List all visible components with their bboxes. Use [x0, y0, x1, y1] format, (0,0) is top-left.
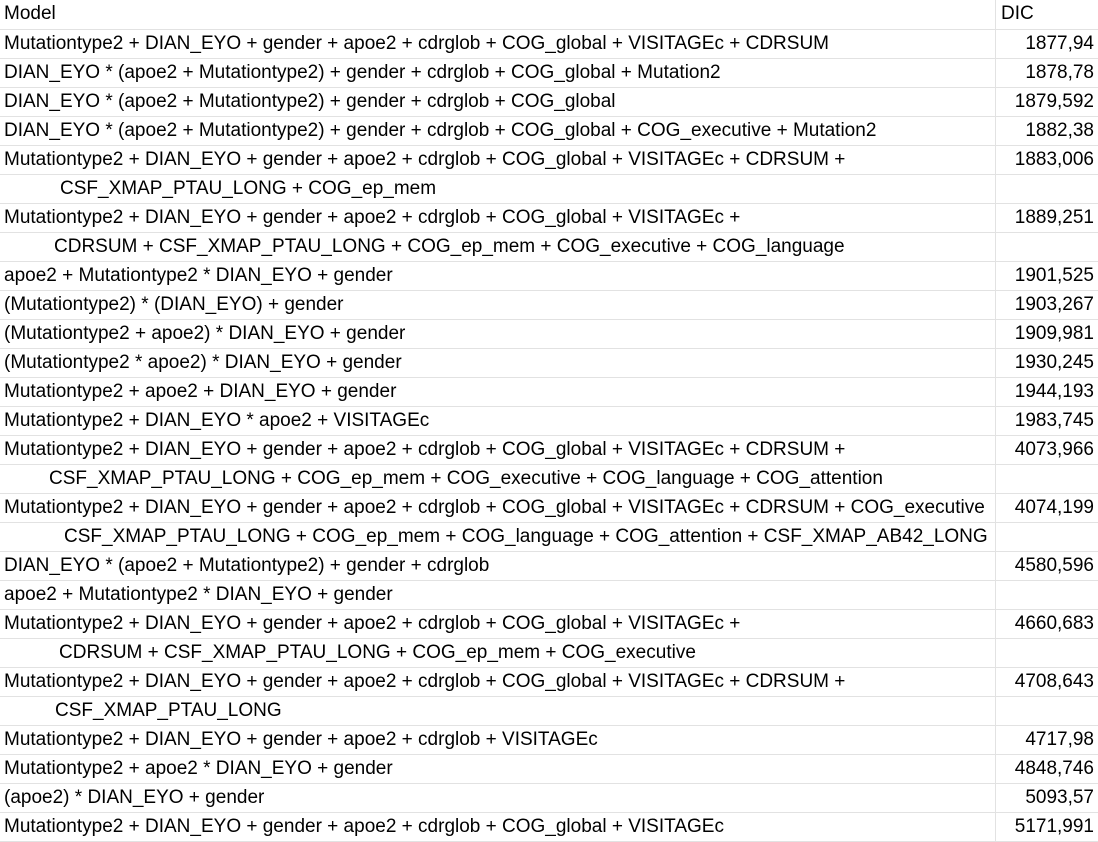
- dic-cell[interactable]: 4708,643: [996, 668, 1098, 696]
- dic-cell[interactable]: 4074,199: [996, 494, 1098, 522]
- dic-cell[interactable]: [996, 233, 1098, 261]
- model-cell[interactable]: Mutationtype2 + DIAN_EYO + gender + apoe…: [0, 146, 996, 174]
- table-row: (Mutationtype2) * (DIAN_EYO) + gender 190…: [0, 291, 1098, 320]
- model-cell[interactable]: Mutationtype2 + DIAN_EYO * apoe2 + VISIT…: [0, 407, 996, 435]
- dic-cell[interactable]: 1909,981: [996, 320, 1098, 348]
- dic-cell[interactable]: 4580,596: [996, 552, 1098, 580]
- model-cell[interactable]: (apoe2) * DIAN_EYO + gender: [0, 784, 996, 812]
- dic-cell[interactable]: [996, 581, 1098, 609]
- table-row: DIAN_EYO * (apoe2 + Mutationtype2) + gen…: [0, 552, 1098, 581]
- dic-cell[interactable]: 4073,966: [996, 436, 1098, 464]
- model-cell[interactable]: Mutationtype2 + DIAN_EYO + gender + apoe…: [0, 668, 996, 696]
- model-cell[interactable]: Mutationtype2 + DIAN_EYO + gender + apoe…: [0, 813, 996, 841]
- dic-cell[interactable]: 1878,78: [996, 59, 1098, 87]
- model-cell[interactable]: apoe2 + Mutationtype2 * DIAN_EYO + gende…: [0, 262, 996, 290]
- dic-cell[interactable]: 1883,006: [996, 146, 1098, 174]
- table-row: CSF_XMAP_PTAU_LONG + COG_ep_mem + COG_la…: [0, 523, 1098, 552]
- model-cell[interactable]: Mutationtype2 + DIAN_EYO + gender + apoe…: [0, 494, 996, 522]
- table-row: Mutationtype2 + DIAN_EYO + gender + apoe…: [0, 146, 1098, 175]
- dic-cell[interactable]: [996, 697, 1098, 725]
- model-cell[interactable]: CSF_XMAP_PTAU_LONG + COG_ep_mem + COG_ex…: [0, 465, 996, 493]
- model-cell[interactable]: DIAN_EYO * (apoe2 + Mutationtype2) + gen…: [0, 59, 996, 87]
- model-cell[interactable]: CSF_XMAP_PTAU_LONG + COG_ep_mem: [0, 175, 996, 203]
- table-row: CSF_XMAP_PTAU_LONG + COG_ep_mem + COG_ex…: [0, 465, 1098, 494]
- model-cell[interactable]: CSF_XMAP_PTAU_LONG + COG_ep_mem + COG_la…: [0, 523, 996, 551]
- table-row: Mutationtype2 + DIAN_EYO + gender + apoe…: [0, 204, 1098, 233]
- model-cell[interactable]: Mutationtype2 + DIAN_EYO + gender + apoe…: [0, 726, 996, 754]
- table-row: apoe2 + Mutationtype2 * DIAN_EYO + gende…: [0, 262, 1098, 291]
- model-column-header[interactable]: Model: [0, 0, 996, 29]
- table-row: CSF_XMAP_PTAU_LONG + COG_ep_mem: [0, 175, 1098, 204]
- dic-cell[interactable]: 1877,94: [996, 30, 1098, 58]
- table-row: (apoe2) * DIAN_EYO + gender 5093,57: [0, 784, 1098, 813]
- model-cell[interactable]: Mutationtype2 + DIAN_EYO + gender + apoe…: [0, 30, 996, 58]
- model-cell[interactable]: Mutationtype2 + DIAN_EYO + gender + apoe…: [0, 610, 996, 638]
- model-cell[interactable]: DIAN_EYO * (apoe2 + Mutationtype2) + gen…: [0, 117, 996, 145]
- model-cell[interactable]: apoe2 + Mutationtype2 * DIAN_EYO + gende…: [0, 581, 996, 609]
- dic-cell[interactable]: 4660,683: [996, 610, 1098, 638]
- dic-cell[interactable]: 5093,57: [996, 784, 1098, 812]
- table-row: Mutationtype2 + DIAN_EYO + gender + apoe…: [0, 494, 1098, 523]
- table-row: DIAN_EYO * (apoe2 + Mutationtype2) + gen…: [0, 59, 1098, 88]
- model-cell[interactable]: Mutationtype2 + DIAN_EYO + gender + apoe…: [0, 436, 996, 464]
- table-row: CSF_XMAP_PTAU_LONG: [0, 697, 1098, 726]
- table-row: Mutationtype2 + DIAN_EYO + gender + apoe…: [0, 436, 1098, 465]
- table-row: DIAN_EYO * (apoe2 + Mutationtype2) + gen…: [0, 117, 1098, 146]
- model-cell[interactable]: (Mutationtype2) * (DIAN_EYO) + gender: [0, 291, 996, 319]
- dic-cell[interactable]: [996, 175, 1098, 203]
- table-row: Mutationtype2 + apoe2 + DIAN_EYO + gende…: [0, 378, 1098, 407]
- dic-cell[interactable]: 4717,98: [996, 726, 1098, 754]
- table-row: apoe2 + Mutationtype2 * DIAN_EYO + gende…: [0, 581, 1098, 610]
- header-row: Model DIC: [0, 0, 1098, 30]
- model-cell[interactable]: DIAN_EYO * (apoe2 + Mutationtype2) + gen…: [0, 88, 996, 116]
- table-row: (Mutationtype2 + apoe2) * DIAN_EYO + gen…: [0, 320, 1098, 349]
- dic-cell[interactable]: 1903,267: [996, 291, 1098, 319]
- model-cell[interactable]: CDRSUM + CSF_XMAP_PTAU_LONG + COG_ep_mem…: [0, 639, 996, 667]
- model-cell[interactable]: Mutationtype2 + apoe2 * DIAN_EYO + gende…: [0, 755, 996, 783]
- table-row: Mutationtype2 + apoe2 * DIAN_EYO + gende…: [0, 755, 1098, 784]
- model-cell[interactable]: (Mutationtype2 * apoe2) * DIAN_EYO + gen…: [0, 349, 996, 377]
- table-row: (Mutationtype2 * apoe2) * DIAN_EYO + gen…: [0, 349, 1098, 378]
- dic-cell[interactable]: 1901,525: [996, 262, 1098, 290]
- table-row: CDRSUM + CSF_XMAP_PTAU_LONG + COG_ep_mem…: [0, 639, 1098, 668]
- table-row: Mutationtype2 + DIAN_EYO + gender + apoe…: [0, 30, 1098, 59]
- dic-cell[interactable]: 5171,991: [996, 813, 1098, 841]
- dic-cell[interactable]: 1930,245: [996, 349, 1098, 377]
- dic-cell[interactable]: [996, 639, 1098, 667]
- model-cell[interactable]: CSF_XMAP_PTAU_LONG: [0, 697, 996, 725]
- table-row: Mutationtype2 + DIAN_EYO + gender + apoe…: [0, 813, 1098, 842]
- model-cell[interactable]: Mutationtype2 + DIAN_EYO + gender + apoe…: [0, 204, 996, 232]
- table-row: Mutationtype2 + DIAN_EYO + gender + apoe…: [0, 668, 1098, 697]
- table-row: Mutationtype2 + DIAN_EYO + gender + apoe…: [0, 610, 1098, 639]
- dic-cell[interactable]: 1879,592: [996, 88, 1098, 116]
- dic-cell[interactable]: 4848,746: [996, 755, 1098, 783]
- dic-cell[interactable]: 1983,745: [996, 407, 1098, 435]
- dic-column-header[interactable]: DIC: [996, 0, 1098, 29]
- dic-cell[interactable]: 1882,38: [996, 117, 1098, 145]
- table-row: CDRSUM + CSF_XMAP_PTAU_LONG + COG_ep_mem…: [0, 233, 1098, 262]
- dic-cell[interactable]: [996, 523, 1098, 551]
- model-cell[interactable]: DIAN_EYO * (apoe2 + Mutationtype2) + gen…: [0, 552, 996, 580]
- table-row: Mutationtype2 + DIAN_EYO + gender + apoe…: [0, 726, 1098, 755]
- table-row: DIAN_EYO * (apoe2 + Mutationtype2) + gen…: [0, 88, 1098, 117]
- dic-cell[interactable]: 1889,251: [996, 204, 1098, 232]
- model-cell[interactable]: Mutationtype2 + apoe2 + DIAN_EYO + gende…: [0, 378, 996, 406]
- spreadsheet: Model DIC Mutationtype2 + DIAN_EYO + gen…: [0, 0, 1098, 842]
- dic-cell[interactable]: [996, 465, 1098, 493]
- model-cell[interactable]: (Mutationtype2 + apoe2) * DIAN_EYO + gen…: [0, 320, 996, 348]
- model-cell[interactable]: CDRSUM + CSF_XMAP_PTAU_LONG + COG_ep_mem…: [0, 233, 996, 261]
- table-row: Mutationtype2 + DIAN_EYO * apoe2 + VISIT…: [0, 407, 1098, 436]
- dic-cell[interactable]: 1944,193: [996, 378, 1098, 406]
